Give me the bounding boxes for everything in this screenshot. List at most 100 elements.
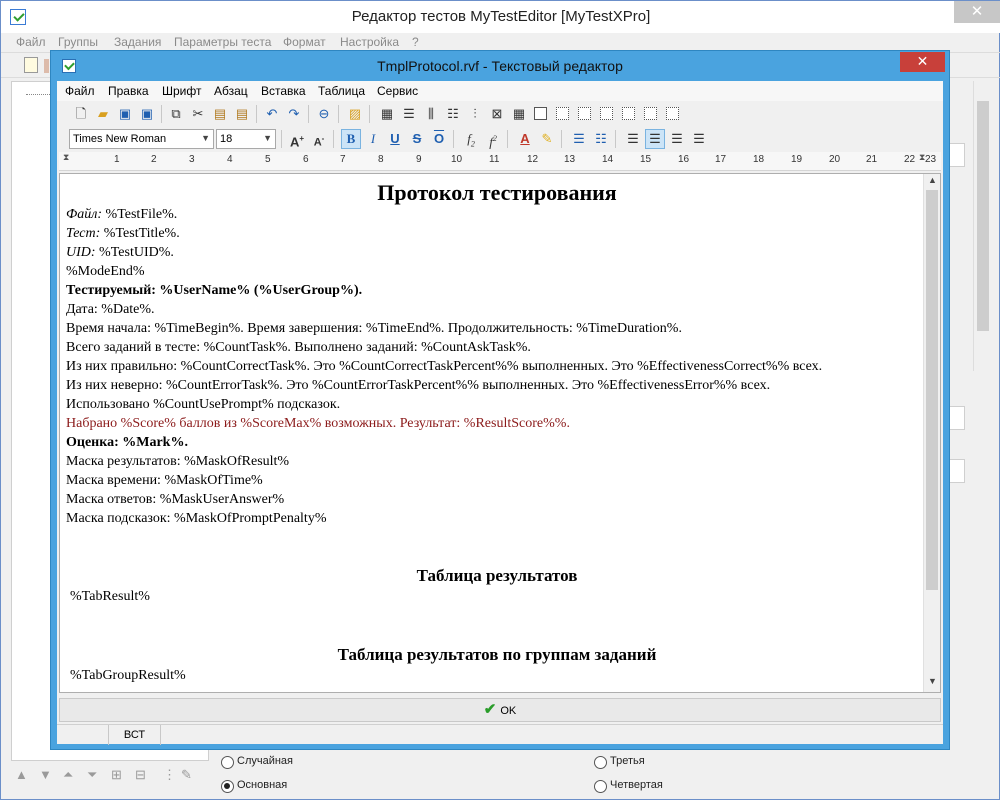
main-menu-test-params[interactable]: Параметры теста	[174, 35, 271, 49]
main-vertical-scrollbar[interactable]	[973, 81, 991, 371]
border-none-icon[interactable]	[556, 107, 569, 120]
ruler-number: 13	[564, 154, 576, 165]
border-all-icon[interactable]	[534, 107, 547, 120]
radio-fourth[interactable]: Четвертая	[594, 779, 663, 793]
redo-icon[interactable]: ↷	[284, 104, 304, 124]
radio-random[interactable]: Случайная	[221, 755, 293, 769]
move-top-icon[interactable]: ⏶	[63, 767, 73, 783]
doc-group-table-title: Таблица результатов по группам заданий	[337, 645, 657, 664]
highlight-icon[interactable]: ✎	[537, 129, 557, 149]
main-menu-help[interactable]: ?	[412, 35, 419, 49]
shrink-font-icon[interactable]: A-	[309, 129, 329, 149]
right-field-3[interactable]	[949, 459, 965, 483]
superscript-button[interactable]: f2	[483, 129, 503, 149]
edit-pen-icon[interactable]: ✎	[181, 767, 192, 783]
right-field-1[interactable]	[949, 143, 965, 167]
document-vertical-scrollbar[interactable]: ▲ ▼	[923, 174, 940, 692]
new-file-icon[interactable]	[24, 57, 38, 73]
ruler-number: 4	[227, 154, 233, 165]
main-menu-groups[interactable]: Группы	[58, 35, 98, 49]
expand-icon[interactable]: ⊞	[111, 767, 122, 783]
ruler-number: 3	[189, 154, 195, 165]
insert-column-icon[interactable]: ⫼	[421, 104, 441, 124]
editor-menu-paragraph[interactable]: Абзац	[214, 84, 248, 98]
align-center-icon[interactable]: ☰	[645, 129, 665, 149]
move-down-icon[interactable]: ▼	[39, 767, 52, 782]
test-value: %TestTitle%.	[100, 226, 180, 241]
document-scroll-thumb[interactable]	[926, 190, 938, 590]
scroll-up-icon[interactable]: ▲	[924, 175, 940, 190]
font-name-combo[interactable]: Times New Roman ▼	[69, 129, 214, 149]
insert-row-icon[interactable]: ☰	[399, 104, 419, 124]
bullet-list-icon[interactable]: ☰	[569, 129, 589, 149]
ok-button[interactable]: ✔ OK	[60, 699, 940, 721]
editor-menu-insert[interactable]: Вставка	[261, 84, 306, 98]
editor-standard-toolbar: 🗋 ▰ ▣ ▣ ⧉ ✂ ▤ ▤ ↶ ↷ ⊖ ▨ ▦ ☰ ⫼ ☷ ⫶ ⊠ ▦	[59, 102, 941, 126]
editor-menu-edit[interactable]: Правка	[108, 84, 149, 98]
strikethrough-button[interactable]: S	[407, 129, 427, 149]
ok-label: OK	[500, 705, 517, 717]
radio-main[interactable]: Основная	[221, 779, 287, 793]
border-top-icon[interactable]	[578, 107, 591, 120]
open-folder-icon[interactable]: ▰	[93, 104, 113, 124]
main-menu-file[interactable]: Файл	[16, 35, 46, 49]
underline-button[interactable]: U	[385, 129, 405, 149]
main-menu-format[interactable]: Формат	[283, 35, 326, 49]
right-field-2[interactable]	[949, 406, 965, 430]
overline-button[interactable]: O	[429, 129, 449, 149]
ruler-number: 12	[527, 154, 539, 165]
ruler[interactable]: ⧗ ⧗ 1 2 3 4 5 6 7 8 9 10 11 12 13 14 15 …	[59, 152, 941, 171]
editor-close-button[interactable]: ✕	[900, 52, 945, 72]
paste-icon[interactable]: ▤	[210, 104, 230, 124]
grow-font-icon[interactable]: A+	[287, 129, 307, 149]
new-document-icon[interactable]: 🗋	[71, 104, 91, 124]
insert-table-icon[interactable]: ▦	[377, 104, 397, 124]
font-color-icon[interactable]: A	[515, 129, 535, 149]
editor-menu-service[interactable]: Сервис	[377, 84, 418, 98]
delete-row-icon[interactable]: ☷	[443, 104, 463, 124]
collapse-icon[interactable]: ⊟	[135, 767, 146, 783]
border-bottom-icon[interactable]	[600, 107, 613, 120]
doc-title: Протокол тестирования	[377, 180, 617, 205]
move-bottom-icon[interactable]: ⏷	[87, 767, 97, 783]
save-icon[interactable]: ▣	[115, 104, 135, 124]
editor-menu-font[interactable]: Шрифт	[162, 84, 201, 98]
editor-menu-file[interactable]: Файл	[65, 84, 95, 98]
border-inside-icon[interactable]	[666, 107, 679, 120]
ruler-number: 22	[904, 154, 916, 165]
search-icon[interactable]: ⊖	[314, 104, 334, 124]
delete-table-icon[interactable]: ⊠	[487, 104, 507, 124]
move-up-icon[interactable]: ▲	[15, 767, 28, 782]
editor-menu-table[interactable]: Таблица	[318, 84, 365, 98]
delete-column-icon[interactable]: ⫶	[465, 104, 485, 124]
italic-button[interactable]: I	[363, 129, 383, 149]
main-menu-tasks[interactable]: Задания	[114, 35, 161, 49]
merge-cells-icon[interactable]: ▦	[509, 104, 529, 124]
align-left-icon[interactable]: ☰	[623, 129, 643, 149]
scroll-down-icon[interactable]: ▼	[924, 676, 940, 691]
insert-picture-icon[interactable]: ▨	[345, 104, 365, 124]
toolbar-separator	[256, 105, 257, 123]
subscript-button[interactable]: f2	[461, 129, 481, 149]
undo-icon[interactable]: ↶	[262, 104, 282, 124]
align-right-icon[interactable]: ☰	[667, 129, 687, 149]
font-size-combo[interactable]: 18 ▼	[216, 129, 276, 149]
border-right-icon[interactable]	[644, 107, 657, 120]
cut-icon[interactable]: ✂	[188, 104, 208, 124]
main-title-bar[interactable]: Редактор тестов MyTestEditor [MyTestXPro…	[1, 1, 1000, 33]
editor-title-bar[interactable]: TmplProtocol.rvf - Текстовый редактор ✕	[51, 51, 949, 81]
save-as-icon[interactable]: ▣	[137, 104, 157, 124]
doc-mask-answer: Маска ответов: %MaskUserAnswer%	[66, 492, 285, 507]
document-area[interactable]: Протокол тестирования Файл: %TestFile%. …	[59, 173, 941, 693]
left-indent-marker[interactable]: ⧗	[63, 152, 69, 163]
main-menu-settings[interactable]: Настройка	[340, 35, 399, 49]
border-left-icon[interactable]	[622, 107, 635, 120]
numbered-list-icon[interactable]: ☷	[591, 129, 611, 149]
copy-icon[interactable]: ⧉	[166, 104, 186, 124]
main-close-button[interactable]: ✕	[954, 1, 1000, 23]
paste-special-icon[interactable]: ▤	[232, 104, 252, 124]
main-scroll-thumb[interactable]	[977, 101, 989, 331]
align-justify-icon[interactable]: ☰	[689, 129, 709, 149]
bold-button[interactable]: B	[341, 129, 361, 149]
radio-third[interactable]: Третья	[594, 755, 645, 769]
